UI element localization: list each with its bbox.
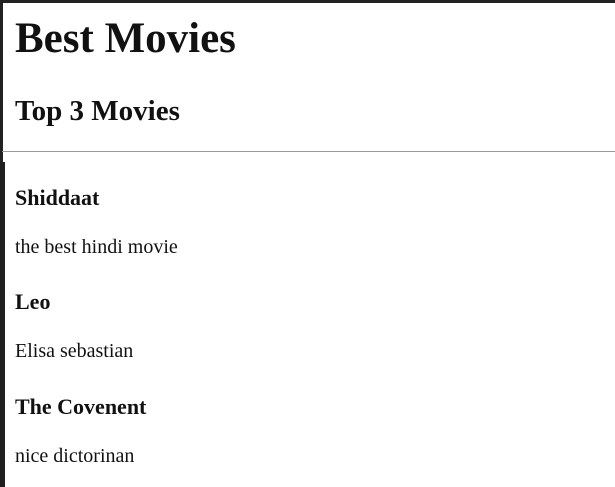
movie-title: The Covenent xyxy=(15,394,147,419)
movie-description: nice dictorinan xyxy=(15,445,135,467)
movie-title: Leo xyxy=(15,289,51,314)
page-title: Best Movies xyxy=(15,15,236,62)
movie-description: Elisa sebastian xyxy=(15,340,134,362)
divider xyxy=(2,151,615,152)
window-frame-top xyxy=(0,0,615,3)
window-frame-left xyxy=(0,0,3,162)
section-heading: Top 3 Movies xyxy=(15,95,180,127)
movie-description: the best hindi movie xyxy=(15,236,178,258)
window-frame-left-lower xyxy=(0,162,5,487)
movie-item: Leo Elisa sebastian xyxy=(15,289,605,363)
movie-title: Shiddaat xyxy=(15,185,100,210)
movie-item: Shiddaat the best hindi movie xyxy=(15,185,605,259)
movie-item: The Covenent nice dictorinan xyxy=(15,394,605,468)
